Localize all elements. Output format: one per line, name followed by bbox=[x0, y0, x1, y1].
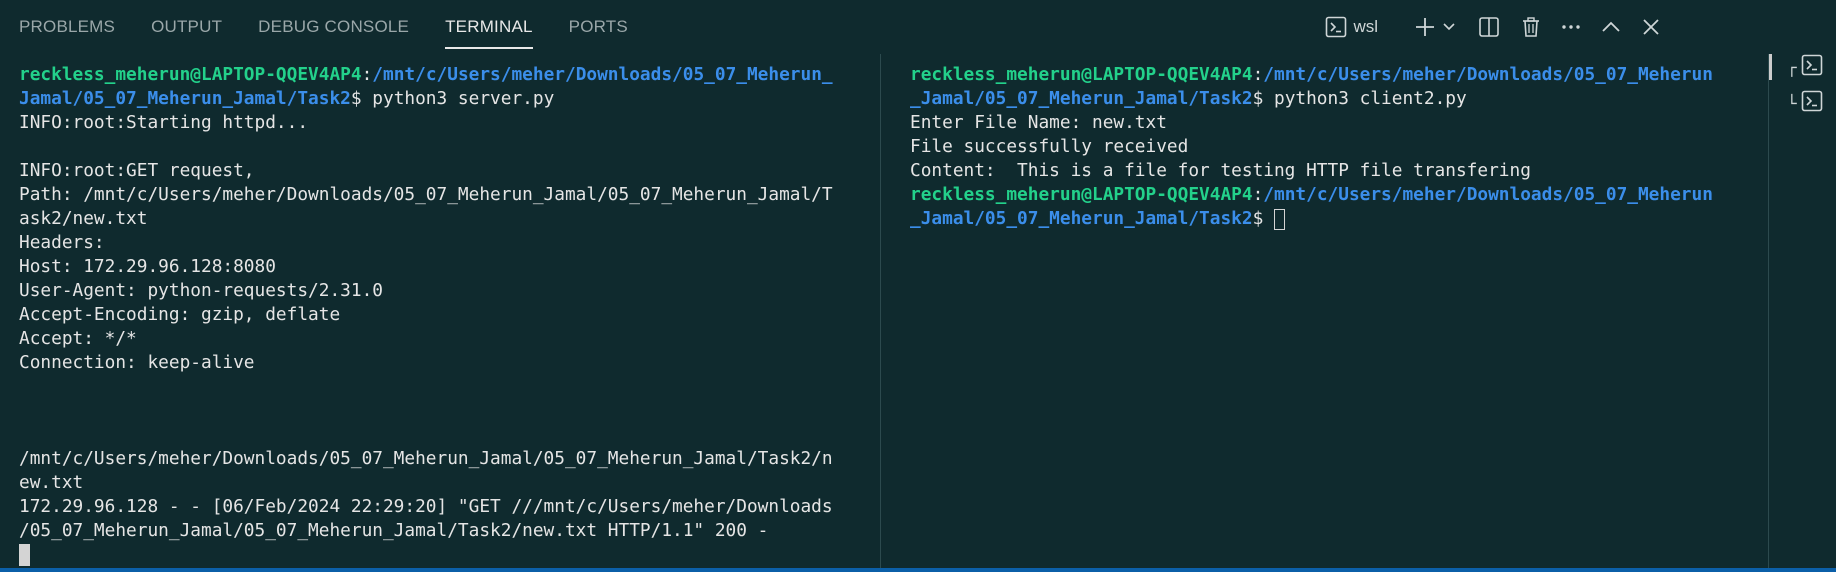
prompt-line: reckless_meherun@LAPTOP-QQEV4AP4:/mnt/c/… bbox=[910, 63, 1750, 87]
pane-divider[interactable] bbox=[880, 54, 881, 568]
trash-icon bbox=[1520, 16, 1542, 38]
output-line: 172.29.96.128 - - [06/Feb/2024 22:29:20]… bbox=[19, 496, 833, 517]
status-bar-edge bbox=[0, 568, 1836, 572]
output-line: Host: 172.29.96.128:8080 bbox=[19, 256, 276, 277]
prompt-path: /mnt/c/Users/meher/Downloads/05_07_Meher… bbox=[1263, 184, 1713, 205]
prompt-path-continued: _Jamal/05_07_Meherun_Jamal/Task2 bbox=[910, 208, 1253, 229]
output-line: INFO:root:GET request, bbox=[19, 160, 255, 181]
maximize-panel-button[interactable] bbox=[1600, 14, 1622, 40]
output-line: Path: /mnt/c/Users/meher/Downloads/05_07… bbox=[19, 184, 833, 205]
prompt-path-continued: Jamal/05_07_Meherun_Jamal/Task2 bbox=[19, 88, 351, 109]
panel-tab-bar: PROBLEMS OUTPUT DEBUG CONSOLE TERMINAL P… bbox=[0, 0, 1836, 54]
output-line: ew.txt bbox=[19, 472, 84, 493]
output-line: /05_07_Meherun_Jamal/05_07_Meherun_Jamal… bbox=[19, 520, 769, 541]
terminal-icon bbox=[1801, 90, 1823, 117]
terminal-icon bbox=[1801, 54, 1823, 81]
output-line: User-Agent: python-requests/2.31.0 bbox=[19, 280, 383, 301]
prompt-command: $ python3 client2.py bbox=[1252, 88, 1467, 109]
prompt-separator: : bbox=[1252, 184, 1264, 205]
tree-connector: ┌ bbox=[1787, 57, 1797, 77]
prompt-line: reckless_meherun@LAPTOP-QQEV4AP4:/mnt/c/… bbox=[910, 183, 1750, 207]
new-terminal-button[interactable] bbox=[1414, 14, 1436, 40]
tree-connector: └ bbox=[1787, 93, 1797, 113]
prompt-user: reckless_meherun@LAPTOP-QQEV4AP4 bbox=[19, 64, 362, 85]
prompt-path: /mnt/c/Users/meher/Downloads/05_07_Meher… bbox=[1263, 64, 1713, 85]
terminal-list-item-client[interactable]: └ bbox=[1787, 90, 1833, 116]
chevron-up-icon bbox=[1600, 16, 1622, 38]
prompt-command: $ python3 server.py bbox=[350, 88, 555, 109]
output-line: /mnt/c/Users/meher/Downloads/05_07_Meher… bbox=[19, 448, 833, 469]
output-line: Accept: */* bbox=[19, 328, 137, 349]
terminal-list-item-server[interactable]: ┌ bbox=[1769, 54, 1833, 81]
terminal-pane-client[interactable]: reckless_meherun@LAPTOP-QQEV4AP4:/mnt/c/… bbox=[910, 54, 1750, 568]
prompt-line: reckless_meherun@LAPTOP-QQEV4AP4:/mnt/c/… bbox=[19, 63, 879, 87]
cursor-line bbox=[19, 543, 879, 567]
more-icon bbox=[1560, 16, 1582, 38]
more-actions-button[interactable] bbox=[1560, 14, 1582, 40]
prompt-line-continued: Jamal/05_07_Meherun_Jamal/Task2$ python3… bbox=[19, 87, 879, 111]
output-line: Accept-Encoding: gzip, deflate bbox=[19, 304, 341, 325]
prompt-separator: : bbox=[361, 64, 373, 85]
tab-debug-console[interactable]: DEBUG CONSOLE bbox=[258, 0, 409, 54]
panel-tabs: PROBLEMS OUTPUT DEBUG CONSOLE TERMINAL P… bbox=[19, 0, 664, 54]
tab-ports[interactable]: PORTS bbox=[569, 0, 628, 54]
terminal-pane-server[interactable]: reckless_meherun@LAPTOP-QQEV4AP4:/mnt/c/… bbox=[19, 54, 879, 568]
prompt-user: reckless_meherun@LAPTOP-QQEV4AP4 bbox=[910, 64, 1253, 85]
prompt-line-continued: _Jamal/05_07_Meherun_Jamal/Task2$ bbox=[910, 207, 1750, 231]
output-line: INFO:root:Starting httpd... bbox=[19, 112, 309, 133]
terminal-profile-button[interactable]: wsl bbox=[1325, 14, 1378, 40]
split-icon bbox=[1478, 16, 1500, 38]
prompt-path: /mnt/c/Users/meher/Downloads/05_07_Meher… bbox=[372, 64, 833, 85]
output-line: Headers: bbox=[19, 232, 105, 253]
launch-profile-button[interactable] bbox=[1442, 14, 1456, 40]
plus-icon bbox=[1414, 16, 1436, 38]
prompt-separator: : bbox=[1252, 64, 1264, 85]
close-icon bbox=[1640, 16, 1662, 38]
prompt-command: $ bbox=[1252, 208, 1274, 229]
close-panel-button[interactable] bbox=[1640, 14, 1662, 40]
tab-terminal[interactable]: TERMINAL bbox=[445, 0, 533, 54]
terminal-cursor bbox=[19, 544, 30, 566]
output-line: Content: This is a file for testing HTTP… bbox=[910, 160, 1531, 181]
prompt-line-continued: _Jamal/05_07_Meherun_Jamal/Task2$ python… bbox=[910, 87, 1750, 111]
output-line: File successfully received bbox=[910, 136, 1189, 157]
kill-terminal-button[interactable] bbox=[1520, 14, 1542, 40]
split-terminal-button[interactable] bbox=[1478, 14, 1500, 40]
terminal-icon bbox=[1325, 16, 1347, 38]
prompt-user: reckless_meherun@LAPTOP-QQEV4AP4 bbox=[910, 184, 1253, 205]
tab-output[interactable]: OUTPUT bbox=[151, 0, 222, 54]
terminal-tabs-list: ┌ └ bbox=[1768, 54, 1836, 568]
output-line: Connection: keep-alive bbox=[19, 352, 255, 373]
output-line: Enter File Name: new.txt bbox=[910, 112, 1167, 133]
prompt-path-continued: _Jamal/05_07_Meherun_Jamal/Task2 bbox=[910, 88, 1253, 109]
output-line: ask2/new.txt bbox=[19, 208, 148, 229]
shell-label: wsl bbox=[1353, 17, 1378, 36]
terminal-cursor bbox=[1274, 208, 1285, 230]
chevron-down-icon bbox=[1442, 16, 1456, 38]
tab-problems[interactable]: PROBLEMS bbox=[19, 0, 115, 54]
